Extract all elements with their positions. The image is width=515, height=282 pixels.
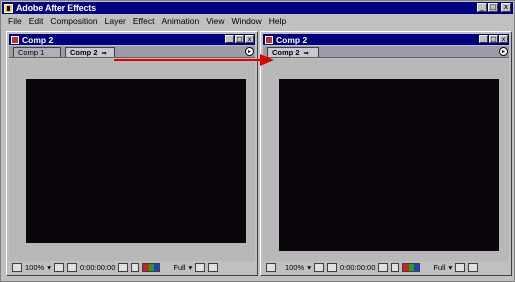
- minimize-button[interactable]: _: [479, 35, 488, 43]
- channel-color-icon[interactable]: [402, 263, 421, 272]
- close-button[interactable]: x: [501, 3, 511, 12]
- app-title: Adobe After Effects: [16, 3, 96, 13]
- menu-edit[interactable]: Edit: [29, 16, 44, 26]
- show-snapshot-icon[interactable]: [131, 263, 140, 272]
- right-comp-canvas[interactable]: [279, 79, 499, 251]
- current-time[interactable]: 0:00:00:00: [340, 263, 375, 272]
- always-preview-icon[interactable]: [12, 263, 22, 272]
- tab-comp-2[interactable]: Comp 2 ⇒: [267, 47, 319, 57]
- comp-window-icon: [11, 35, 19, 44]
- right-comp-window-buttons: _ □ x: [479, 35, 508, 43]
- tab-label: Comp 2: [70, 48, 98, 57]
- menu-layer[interactable]: Layer: [105, 16, 126, 26]
- tab-close-icon[interactable]: ⇒: [102, 51, 107, 57]
- tab-label: Comp 1: [18, 48, 45, 57]
- left-comp-titlebar: Comp 2 _ □ x: [9, 34, 255, 45]
- channel-color-icon[interactable]: [142, 263, 161, 272]
- menu-file[interactable]: File: [8, 16, 22, 26]
- close-button[interactable]: x: [245, 35, 254, 43]
- maximize-button[interactable]: □: [235, 35, 244, 43]
- left-comp-window: Comp 2 _ □ x Comp 1 Comp 2 ⇒ ▸ 100% ▾ 0:…: [6, 31, 258, 276]
- tab-label: Comp 2: [272, 48, 300, 57]
- mask-icon[interactable]: [66, 263, 77, 272]
- tab-menu-arrow-icon[interactable]: ▸: [499, 47, 508, 56]
- zoom-level[interactable]: 100%: [25, 263, 44, 272]
- resolution-dropdown-icon[interactable]: ▾: [449, 263, 453, 272]
- right-tab-strip: Comp 2 ⇒ ▸: [263, 46, 509, 58]
- show-snapshot-icon[interactable]: [391, 263, 400, 272]
- menu-animation[interactable]: Animation: [161, 16, 199, 26]
- tab-comp-2[interactable]: Comp 2 ⇒: [65, 47, 115, 57]
- tab-comp-1[interactable]: Comp 1: [13, 47, 61, 57]
- left-comp-canvas[interactable]: [26, 79, 246, 243]
- menu-composition[interactable]: Composition: [50, 16, 97, 26]
- comp-window-icon: [265, 35, 273, 44]
- after-effects-logo-icon: [4, 3, 13, 13]
- region-of-interest-icon[interactable]: [455, 263, 466, 272]
- transparency-grid-icon[interactable]: [208, 263, 219, 272]
- right-comp-footer: 100% ▾ 0:00:00:00 Full ▾: [263, 261, 509, 274]
- menu-help[interactable]: Help: [269, 16, 286, 26]
- right-viewer-area: [263, 59, 509, 261]
- maximize-button[interactable]: □: [488, 3, 498, 12]
- app-titlebar: Adobe After Effects _ □ x: [2, 2, 513, 14]
- zoom-dropdown-icon[interactable]: ▾: [307, 263, 311, 272]
- minimize-button[interactable]: _: [225, 35, 234, 43]
- minimize-button[interactable]: _: [477, 3, 487, 12]
- snapshot-icon[interactable]: [118, 263, 129, 272]
- after-effects-window: Adobe After Effects _ □ x File Edit Comp…: [0, 0, 515, 282]
- left-comp-title: Comp 2: [22, 34, 54, 45]
- resolution-select[interactable]: Full: [173, 263, 185, 272]
- zoom-level[interactable]: 100%: [285, 263, 304, 272]
- drag-arrow-icon: [114, 54, 274, 66]
- menu-window[interactable]: Window: [232, 16, 262, 26]
- transparency-grid-icon[interactable]: [468, 263, 479, 272]
- left-comp-window-buttons: _ □ x: [225, 35, 254, 43]
- right-comp-title: Comp 2: [276, 34, 308, 45]
- mask-icon[interactable]: [326, 263, 337, 272]
- resolution-select[interactable]: Full: [433, 263, 445, 272]
- left-comp-footer: 100% ▾ 0:00:00:00 Full ▾: [9, 261, 255, 274]
- grid-icon[interactable]: [53, 263, 64, 272]
- always-preview-icon[interactable]: [266, 263, 276, 272]
- snapshot-icon[interactable]: [378, 263, 389, 272]
- grid-icon[interactable]: [313, 263, 324, 272]
- left-viewer-area: [9, 59, 255, 261]
- current-time[interactable]: 0:00:00:00: [80, 263, 115, 272]
- app-window-buttons: _ □ x: [477, 3, 511, 12]
- tab-close-icon[interactable]: ⇒: [304, 51, 309, 57]
- zoom-dropdown-icon[interactable]: ▾: [47, 263, 51, 272]
- close-button[interactable]: x: [499, 35, 508, 43]
- right-comp-window: Comp 2 _ □ x Comp 2 ⇒ ▸ 100% ▾ 0:00:00:0…: [260, 31, 512, 276]
- region-of-interest-icon[interactable]: [195, 263, 206, 272]
- menu-bar: File Edit Composition Layer Effect Anima…: [2, 14, 513, 27]
- resolution-dropdown-icon[interactable]: ▾: [189, 263, 193, 272]
- menu-effect[interactable]: Effect: [133, 16, 155, 26]
- right-comp-titlebar: Comp 2 _ □ x: [263, 34, 509, 45]
- maximize-button[interactable]: □: [489, 35, 498, 43]
- menu-view[interactable]: View: [206, 16, 224, 26]
